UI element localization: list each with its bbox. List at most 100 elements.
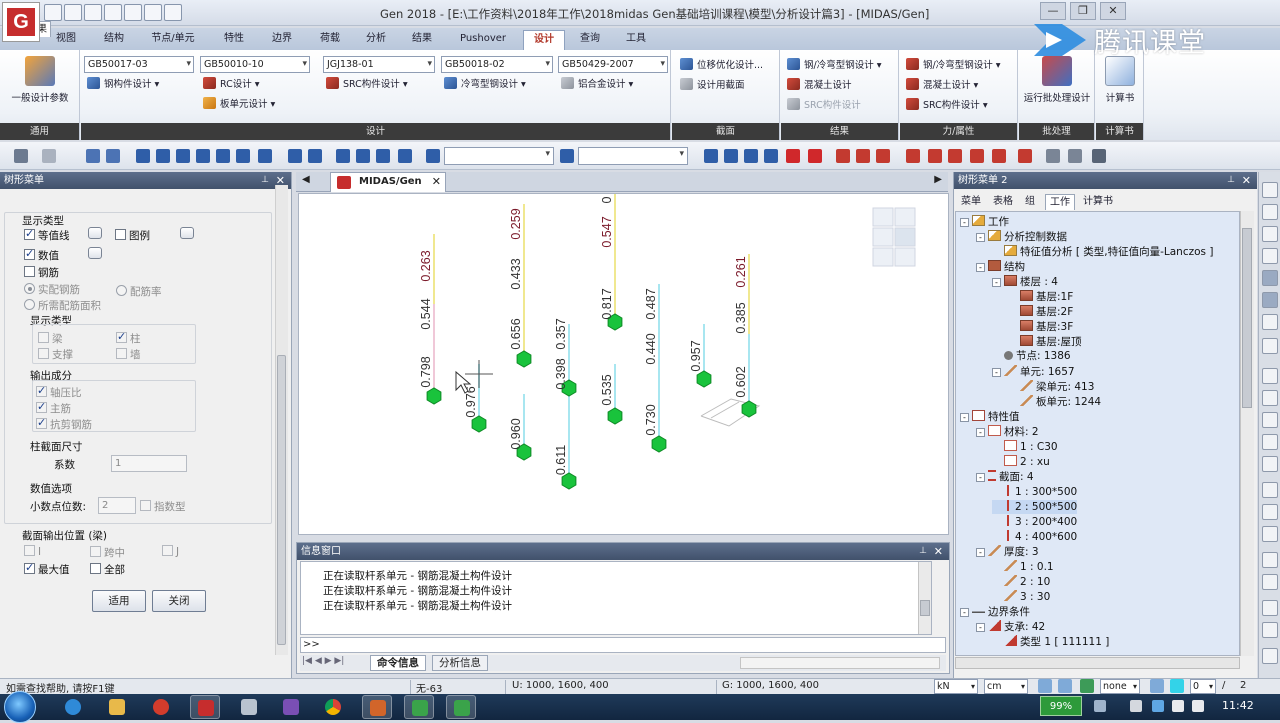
apply-button[interactable]: 适用 [92,590,146,612]
zoom-in-icon[interactable] [1262,390,1278,406]
tab-analysis[interactable]: 分析 [356,30,396,50]
steel-code-select[interactable]: GB50017-03 [84,56,194,73]
view-front-icon[interactable] [1262,226,1278,242]
mirror-icon[interactable] [1018,149,1032,163]
command-input[interactable]: >> [300,637,946,653]
info-scrollbar[interactable] [918,562,931,634]
snap-icon[interactable] [1038,679,1052,693]
rebar-ratio-radio[interactable]: 配筋率 [116,284,162,299]
zoom-window-icon[interactable] [724,149,738,163]
force-steel-design-button[interactable]: 钢/冷弯型钢设计 ▾ [906,58,1001,73]
view-iso-icon[interactable] [1262,182,1278,198]
render-icon[interactable] [786,149,800,163]
invert-active-icon[interactable] [376,149,390,163]
axial-ratio-checkbox[interactable]: 轴压比 [36,384,82,400]
src-design-button[interactable]: SRC构件设计 ▾ [326,77,408,92]
close-button[interactable]: ✕ [1100,2,1126,20]
collapse-icon[interactable]: - [976,548,985,557]
undo-icon[interactable] [14,149,28,163]
play-icon[interactable] [1080,679,1094,693]
close-icon[interactable]: ✕ [934,543,943,560]
length-unit-select[interactable]: cm [984,679,1028,694]
all-checkbox[interactable]: 全部 [90,562,125,577]
rc-design-button[interactable]: RC设计 ▾ [203,77,260,92]
displacement-optimization-button[interactable]: 位移优化设计... [680,58,763,73]
lock-icon[interactable] [1092,149,1106,163]
tab-calc-book[interactable]: 计算书 [1079,194,1117,210]
collapse-icon[interactable]: - [992,278,1001,287]
redo-icon[interactable] [42,149,56,163]
force-concrete-design-button[interactable]: 混凝土设计 ▾ [906,78,978,93]
taskbar-midas[interactable] [190,695,220,719]
tree-node[interactable]: - 分析控制数据 [976,230,1067,244]
required-area-radio[interactable]: 所需配筋面积 [24,298,101,313]
tab-nav-icon[interactable]: |◀ ◀ ▶ ▶| [302,656,344,666]
coefficient-input[interactable]: 1 [111,455,187,472]
calc-book-button[interactable]: 计算书 [1098,56,1142,104]
pin-icon[interactable]: ⊥ [1227,172,1235,189]
inactivate-icon[interactable] [356,149,370,163]
pos-j-checkbox[interactable]: J [162,545,179,558]
max-value-checkbox[interactable]: 最大值 [24,561,70,577]
tree-node[interactable]: 节点: 1386 [992,350,1071,363]
color-icon[interactable] [1262,648,1278,664]
tree-hscrollbar[interactable] [955,657,1240,669]
selection-filter-select[interactable] [444,147,554,165]
measure-icon[interactable] [906,149,920,163]
cold-formed-code-select[interactable]: GB50018-02 [441,56,553,73]
model-view-tab[interactable]: MIDAS/Gen ✕ [330,172,446,192]
new-file-icon[interactable] [44,4,62,21]
render-view-icon[interactable] [1262,368,1278,384]
tab-scroll-right-icon[interactable]: ▶ [934,174,942,185]
select-prev-icon[interactable] [236,149,250,163]
battery-indicator[interactable]: 99% [1040,696,1082,716]
taskbar-powerpoint[interactable] [362,695,392,719]
activate-icon[interactable] [336,149,350,163]
tree-node[interactable]: - 结构 [976,260,1025,274]
column-checkbox[interactable]: 柱 [116,330,141,346]
tab-pushover[interactable]: Pushover [450,30,516,50]
open-file-icon[interactable] [64,4,82,21]
tree-node[interactable]: - 楼层 : 4 [992,275,1058,289]
select-view-icon[interactable] [1262,574,1278,590]
snap-grid-icon[interactable] [1046,149,1060,163]
tree-node[interactable]: 1 : 0.1 [992,560,1054,574]
display-icon[interactable] [1262,526,1278,542]
page-select[interactable]: 0 [1190,679,1216,694]
force-src-design-button[interactable]: SRC构件设计 ▾ [906,98,988,113]
collapse-icon[interactable]: - [976,263,985,272]
src-code-select[interactable]: JGJ138-01 [323,56,435,73]
activate-all-icon[interactable] [398,149,412,163]
tree-node[interactable]: 梁单元: 413 [1008,380,1094,394]
zoom-fit-icon[interactable] [704,149,718,163]
filter-select[interactable]: none [1100,679,1140,694]
model-view[interactable]: 0.263 0.544 0.798 0.976 0.259 0.433 0.656 0.960… [298,193,949,535]
select-intersect-icon[interactable] [156,149,170,163]
tree-node[interactable]: - 单元: 1657 [992,365,1075,379]
view-top-icon[interactable] [1262,204,1278,220]
slab-design-button[interactable]: 板单元设计 ▾ [203,97,275,112]
result-concrete-design-button[interactable]: 混凝土设计 [787,78,852,93]
tree-node[interactable]: - 特性值 [960,410,1020,424]
close-icon[interactable]: ✕ [1242,172,1251,189]
undo-icon[interactable] [144,4,162,21]
save-icon[interactable] [84,4,102,21]
display-option-icon[interactable] [876,149,890,163]
tab-properties[interactable]: 特性 [214,30,254,50]
select-polygon-icon[interactable] [136,149,150,163]
tab-node-element[interactable]: 节点/单元 [142,30,204,50]
tab-boundary[interactable]: 边界 [262,30,302,50]
snap-node-icon[interactable] [1068,149,1082,163]
tray-arrow-icon[interactable] [1094,700,1106,712]
redo-icon[interactable] [164,4,182,21]
view-back-icon[interactable] [1262,292,1278,308]
tray-app-icon[interactable] [1130,700,1142,712]
select-all-icon[interactable] [216,149,230,163]
network-icon[interactable] [1172,700,1184,712]
pan-icon[interactable] [744,149,758,163]
tree-node[interactable]: 1 : 300*500 [992,485,1077,499]
cold-formed-design-button[interactable]: 冷弯型钢设计 ▾ [444,77,526,92]
legend-checkbox[interactable]: 图例 [115,228,150,243]
info-hscrollbar[interactable] [740,657,940,669]
left-panel-scroll-thumb[interactable] [277,355,286,645]
